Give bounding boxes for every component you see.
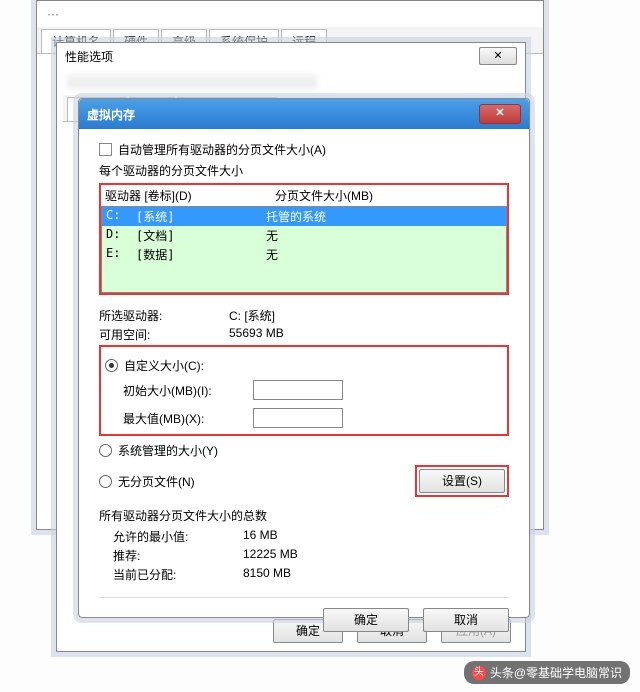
radio-none-row-wrap: 无分页文件(N) 设置(S) — [99, 465, 509, 497]
vm-button-row: 确定 取消 — [99, 597, 509, 632]
min-value: 16 MB — [243, 528, 278, 545]
cancel-button[interactable]: 取消 — [423, 608, 509, 632]
close-button[interactable]: ✕ — [479, 47, 517, 65]
rec-label: 推荐: — [113, 547, 243, 564]
initial-size-input[interactable] — [253, 380, 343, 400]
max-size-label: 最大值(MB)(X): — [123, 410, 253, 427]
header-size: 分页文件大小(MB) — [275, 187, 373, 204]
virtual-memory-window: 虚拟内存 ✕ 自动管理所有驱动器的分页文件大小(A) 每个驱动器的分页文件大小 … — [78, 98, 530, 618]
drive-list[interactable]: C: [系统] 托管的系统 D: [文档] 无 E: [数据] 无 — [101, 206, 507, 293]
initial-size-label: 初始大小(MB)(I): — [123, 382, 253, 399]
rec-value: 12225 MB — [243, 547, 298, 564]
min-label: 允许的最小值: — [113, 528, 243, 545]
set-button[interactable]: 设置(S) — [419, 469, 505, 493]
radio-system-label: 系统管理的大小(Y) — [118, 442, 218, 459]
set-button-highlight: 设置(S) — [415, 465, 509, 497]
watermark: 头 头条@零基础学电脑常识 — [464, 661, 630, 684]
drive-list-padding — [102, 264, 506, 292]
radio-system-row[interactable]: 系统管理的大小(Y) — [99, 442, 509, 459]
drive-list-header: 驱动器 [卷标](D) 分页文件大小(MB) — [101, 185, 507, 206]
perf-titlebar: 性能选项 ✕ — [57, 43, 525, 69]
free-space-label: 可用空间: — [99, 326, 229, 343]
watermark-icon: 头 — [472, 666, 486, 680]
per-drive-group: 每个驱动器的分页文件大小 驱动器 [卷标](D) 分页文件大小(MB) C: [… — [99, 162, 509, 497]
watermark-text: 头条@零基础学电脑常识 — [490, 664, 622, 681]
vm-content: 自动管理所有驱动器的分页文件大小(A) 每个驱动器的分页文件大小 驱动器 [卷标… — [79, 129, 529, 646]
radio-system[interactable] — [99, 444, 112, 457]
sel-drive-label: 所选驱动器: — [99, 307, 229, 324]
cur-label: 当前已分配: — [113, 566, 243, 583]
free-space-value: 55693 MB — [229, 326, 284, 343]
drive-list-highlight: 驱动器 [卷标](D) 分页文件大小(MB) C: [系统] 托管的系统 D: … — [99, 183, 509, 295]
partial-title: ··· — [37, 1, 543, 27]
drive-row-c[interactable]: C: [系统] 托管的系统 — [102, 207, 506, 226]
totals-section: 所有驱动器分页文件大小的总数 允许的最小值: 16 MB 推荐: 12225 M… — [99, 507, 509, 583]
radio-custom[interactable] — [105, 359, 118, 372]
radio-none-row[interactable]: 无分页文件(N) — [99, 473, 195, 490]
vm-titlebar: 虚拟内存 ✕ — [79, 99, 529, 129]
totals-label: 所有驱动器分页文件大小的总数 — [99, 507, 509, 524]
radio-custom-label: 自定义大小(C): — [124, 357, 204, 374]
ok-button[interactable]: 确定 — [323, 608, 409, 632]
sel-drive-value: C: [系统] — [229, 307, 275, 324]
selected-drive-info: 所选驱动器: C: [系统] 可用空间: 55693 MB — [99, 307, 509, 343]
vm-title: 虚拟内存 — [87, 106, 135, 123]
perf-blur-area — [57, 69, 525, 95]
radio-custom-row[interactable]: 自定义大小(C): — [105, 357, 503, 374]
auto-manage-checkbox[interactable] — [99, 143, 112, 156]
close-button[interactable]: ✕ — [479, 104, 521, 124]
perf-title: 性能选项 — [65, 48, 113, 65]
cur-value: 8150 MB — [243, 566, 291, 583]
max-size-input[interactable] — [253, 408, 343, 428]
radio-none-label: 无分页文件(N) — [118, 473, 195, 490]
header-drive: 驱动器 [卷标](D) — [105, 187, 275, 204]
blurred-content — [67, 75, 317, 89]
custom-size-highlight: 自定义大小(C): 初始大小(MB)(I): 最大值(MB)(X): — [99, 345, 509, 436]
per-drive-label: 每个驱动器的分页文件大小 — [99, 162, 509, 179]
auto-manage-row[interactable]: 自动管理所有驱动器的分页文件大小(A) — [99, 141, 509, 158]
radio-none[interactable] — [99, 475, 112, 488]
drive-row-d[interactable]: D: [文档] 无 — [102, 226, 506, 245]
drive-row-e[interactable]: E: [数据] 无 — [102, 245, 506, 264]
auto-manage-label: 自动管理所有驱动器的分页文件大小(A) — [118, 141, 326, 158]
